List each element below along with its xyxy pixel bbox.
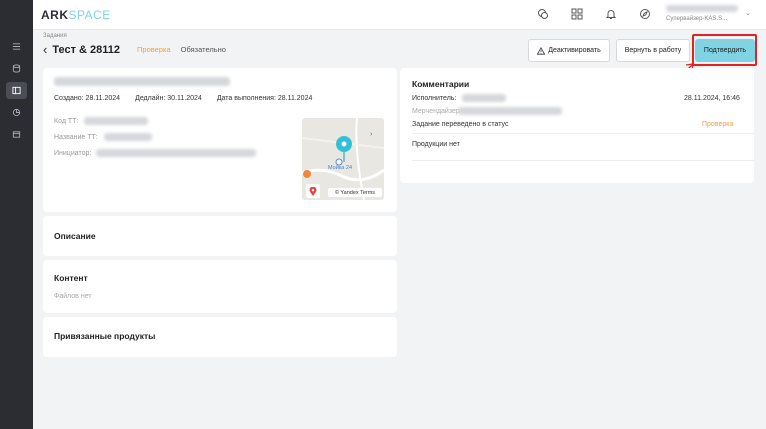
store-name-label: Название ТТ: (54, 134, 98, 141)
bell-icon[interactable] (604, 7, 618, 21)
comment-timestamp: 28.11.2024, 16:46 (684, 95, 740, 102)
status-change-text: Задание переведено в статус (412, 121, 509, 128)
app-logo[interactable]: ARKSPACE (41, 8, 111, 22)
map-pin-icon (309, 186, 317, 196)
user-menu[interactable]: Супервайзер-KAS.S... (666, 5, 756, 22)
content-title: Контент (54, 273, 88, 283)
warning-icon (537, 46, 546, 55)
chart-icon (12, 108, 21, 117)
completed-date: Дата выполнения: 28.11.2024 (216, 95, 313, 102)
map-pin-button[interactable] (306, 184, 320, 198)
status-badge: Проверка (137, 45, 171, 54)
apps-grid-icon[interactable] (570, 7, 584, 21)
executor-name-redacted (462, 94, 506, 102)
user-name (666, 5, 738, 12)
compass-icon[interactable] (638, 7, 652, 21)
database-icon (12, 64, 21, 73)
content-card (43, 260, 397, 313)
layout-icon (12, 86, 21, 95)
no-products-text: Продукции нет (412, 141, 460, 148)
sidebar-item-reports[interactable] (6, 104, 27, 121)
merchandiser-name-redacted (458, 107, 562, 115)
topbar: ARKSPACE Супервайзер-KAS.S... ⌄ (33, 0, 766, 30)
deactivate-button[interactable]: Деактивировать (528, 39, 610, 62)
executor-label: Исполнитель: (412, 95, 457, 102)
comments-title: Комментарии (412, 79, 470, 89)
sidebar (0, 0, 33, 429)
comments-divider (412, 133, 754, 134)
comments-divider-bottom (412, 160, 754, 161)
required-badge: Обязательно (180, 45, 226, 54)
deadline-date: Дедлайн: 30.11.2024 (135, 95, 202, 102)
chat-icon[interactable] (536, 7, 550, 21)
back-arrow-icon[interactable]: ‹ (43, 43, 47, 56)
chevron-down-icon[interactable]: ⌄ (745, 9, 751, 17)
store-code-redacted (84, 117, 148, 125)
svg-text:›: › (370, 131, 373, 138)
page-title: Тест & 28112 (52, 43, 121, 56)
description-card (43, 216, 397, 256)
sidebar-item-catalog[interactable] (6, 126, 27, 143)
merchandiser-label: Мерчендайзер (412, 108, 460, 115)
return-label: Вернуть в работу (624, 47, 682, 54)
store-code-label: Код ТТ: (54, 118, 79, 125)
initiator-label: Инициатор: (54, 150, 92, 157)
task-name-redacted (54, 77, 230, 86)
map-place-label: Мойка 24 (328, 165, 353, 171)
sidebar-item-layout[interactable] (6, 82, 27, 99)
sidebar-item-database[interactable] (6, 60, 27, 77)
box-icon (12, 131, 21, 138)
page-header: ‹ Тест & 28112 Проверка Обязательно (43, 43, 226, 56)
status-change-value: Проверка (702, 121, 734, 128)
created-date: Создано: 28.11.2024 (54, 95, 121, 102)
sidebar-item-tasks[interactable] (6, 38, 27, 55)
store-name-redacted (104, 133, 152, 141)
no-files-text: Файлов нет (54, 293, 92, 300)
annotation-highlight-box (692, 34, 757, 66)
map-attribution[interactable]: © Yandex Terms (328, 188, 382, 197)
list-icon (12, 43, 21, 50)
breadcrumb[interactable]: Задания (43, 33, 67, 39)
user-role: Супервайзер-KAS.S... (666, 16, 728, 22)
description-title: Описание (54, 231, 96, 241)
deactivate-label: Деактивировать (548, 47, 601, 54)
linked-products-title: Привязанные продукты (54, 331, 156, 341)
location-map[interactable]: › Мойка 24 © Yandex Terms (302, 118, 384, 200)
task-dates: Создано: 28.11.2024 Дедлайн: 30.11.2024 … (54, 95, 312, 102)
initiator-redacted (96, 149, 256, 157)
